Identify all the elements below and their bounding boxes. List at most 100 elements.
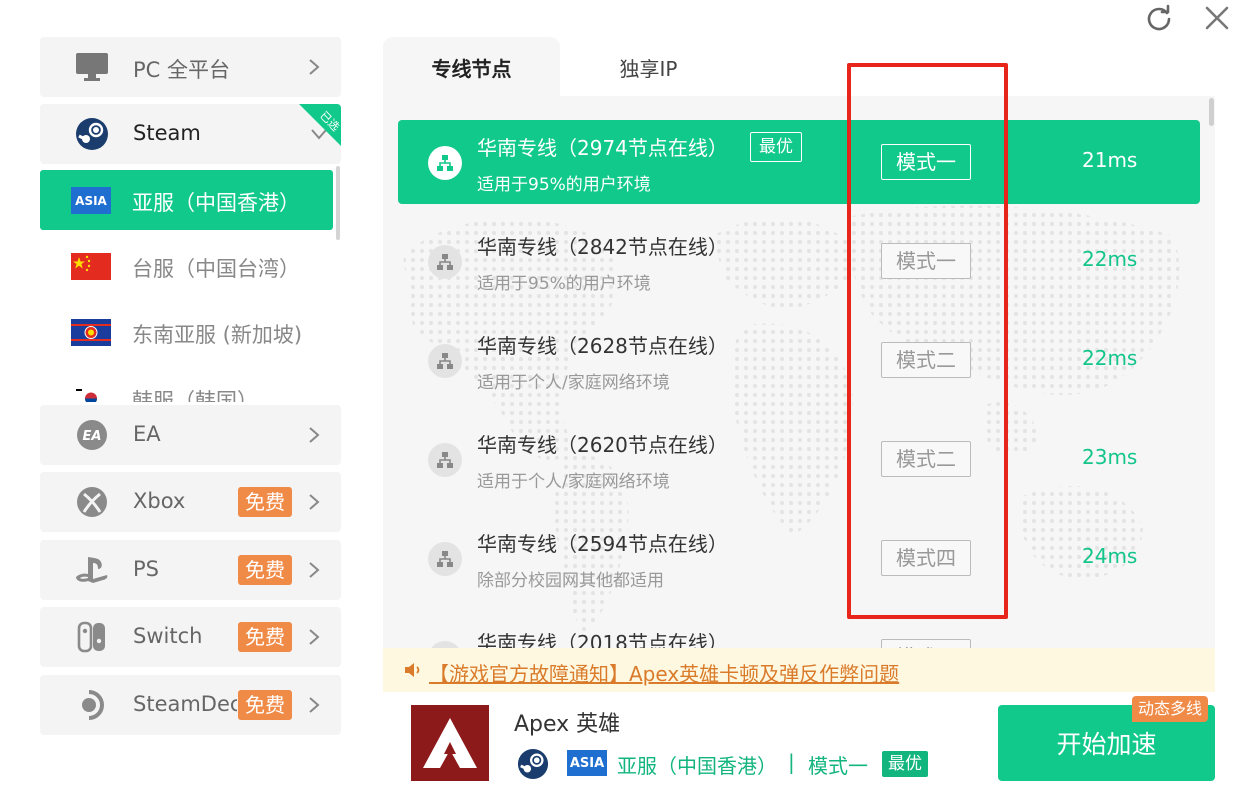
speaker-icon — [403, 660, 423, 680]
node-description: 适用于95%的用户环境 — [477, 274, 651, 294]
chevron-right-icon — [307, 560, 321, 580]
mode-tag: 模式四 — [881, 639, 971, 648]
app-window: PC 全平台 Steam 已选 ASIA 亚服（中国香港） 台服（中国台湾） 东… — [0, 0, 1245, 811]
latency-value: 23ms — [1082, 445, 1138, 469]
node-title: 华南专线（2620节点在线） — [477, 433, 728, 457]
best-badge: 最优 — [750, 132, 802, 162]
platform-switch-label: Switch — [133, 624, 203, 648]
game-title: Apex 英雄 — [514, 712, 621, 737]
tab-exclusive-ip[interactable]: 独享IP — [560, 37, 737, 97]
node-title: 华南专线（2842节点在线） — [477, 235, 728, 259]
chevron-right-icon — [307, 425, 321, 445]
free-badge: 免费 — [238, 690, 292, 720]
region-scrollbar[interactable] — [336, 166, 340, 240]
network-node-icon — [428, 641, 462, 648]
node-list-panel: 华南专线（2974节点在线） 最优 适用于95%的用户环境 模式一 21ms 华… — [383, 96, 1215, 648]
xbox-icon — [74, 486, 110, 518]
platform-xbox-label: Xbox — [133, 489, 186, 513]
platform-steam-label: Steam — [133, 121, 201, 145]
node-tabs: 专线节点 独享IP — [383, 37, 1215, 97]
network-node-icon — [428, 443, 462, 477]
node-title: 华南专线（2594节点在线） — [477, 532, 728, 556]
free-badge: 免费 — [238, 487, 292, 517]
region-list: ASIA 亚服（中国香港） 台服（中国台湾） 东南亚服 (新加坡) 韩服（韩国） — [40, 170, 342, 402]
node-row[interactable]: 华南专线（2594节点在线） 除部分校园网其他都适用 模式四 24ms — [398, 516, 1200, 600]
network-node-icon — [428, 245, 462, 279]
close-icon[interactable] — [1199, 0, 1235, 36]
mode-tag: 模式四 — [881, 540, 971, 576]
chevron-right-icon — [307, 492, 321, 512]
node-description: 适用于95%的用户环境 — [477, 175, 651, 195]
tab-dedicated-nodes[interactable]: 专线节点 — [383, 37, 560, 97]
playstation-icon — [74, 554, 110, 586]
platform-steam[interactable]: Steam 已选 — [40, 104, 341, 164]
node-row[interactable]: 华南专线（2628节点在线） 适用于个人/家庭网络环境 模式二 22ms — [398, 318, 1200, 402]
asia-flag-icon: ASIA — [567, 750, 607, 776]
region-label: 韩服（韩国） — [132, 389, 258, 402]
selected-corner-badge: 已选 — [299, 104, 341, 146]
platform-steamdeck[interactable]: SteamDeck 免费 — [40, 675, 341, 735]
mode-tag: 模式二 — [881, 441, 971, 477]
separator: | — [788, 750, 795, 774]
node-title: 华南专线（2974节点在线） — [477, 136, 728, 160]
latency-value: 22ms — [1082, 247, 1138, 271]
region-item-sg[interactable]: 东南亚服 (新加坡) — [40, 302, 333, 362]
node-description: 除部分校园网其他都适用 — [477, 571, 664, 591]
platform-pc-label: PC 全平台 — [133, 58, 231, 82]
switch-icon — [74, 621, 110, 653]
region-label: 亚服（中国香港） — [132, 191, 300, 215]
platform-xbox[interactable]: Xbox 免费 — [40, 472, 341, 532]
platform-sidebar: PC 全平台 Steam 已选 ASIA 亚服（中国香港） 台服（中国台湾） 东… — [40, 36, 342, 736]
region-item-kr[interactable]: 韩服（韩国） — [40, 368, 333, 402]
notice-link[interactable]: 【游戏官方故障通知】Apex英雄卡顿及弹反作弊问题 — [429, 658, 899, 687]
mode-tag: 模式二 — [881, 342, 971, 378]
mode-tag: 模式一 — [881, 144, 971, 180]
node-row[interactable]: 华南专线（2018节点在线） 模式四 — [398, 615, 1200, 648]
platform-ea[interactable]: EA EA — [40, 405, 341, 465]
node-row[interactable]: 华南专线（2842节点在线） 适用于95%的用户环境 模式一 22ms — [398, 219, 1200, 303]
node-title: 华南专线（2018节点在线） — [477, 631, 728, 648]
asia-flag-icon: ASIA — [71, 187, 111, 214]
platform-steamdeck-label: SteamDeck — [133, 692, 237, 716]
network-node-icon — [428, 542, 462, 576]
notice-bar: 【游戏官方故障通知】Apex英雄卡顿及弹反作弊问题 — [383, 648, 1215, 692]
latency-value: 22ms — [1082, 346, 1138, 370]
latency-value: 24ms — [1082, 544, 1138, 568]
node-row[interactable]: 华南专线（2974节点在线） 最优 适用于95%的用户环境 模式一 21ms — [398, 120, 1200, 204]
region-label: 东南亚服 (新加坡) — [132, 323, 303, 347]
node-description: 适用于个人/家庭网络环境 — [477, 373, 670, 393]
selected-region-link[interactable]: 亚服（中国香港） — [617, 750, 777, 779]
steam-icon — [517, 748, 549, 780]
latency-value: 21ms — [1082, 148, 1138, 172]
network-node-icon — [428, 344, 462, 378]
node-list-scrollbar[interactable] — [1209, 98, 1214, 126]
platform-ea-label: EA — [133, 422, 161, 446]
platform-switch[interactable]: Switch 免费 — [40, 607, 341, 667]
ea-icon: EA — [74, 419, 110, 451]
chevron-right-icon — [307, 627, 321, 647]
selected-mode[interactable]: 模式一 — [808, 750, 868, 779]
platform-pc[interactable]: PC 全平台 — [40, 37, 341, 97]
asean-flag-icon — [71, 319, 111, 346]
platform-ps[interactable]: PS 免费 — [40, 540, 341, 600]
best-badge: 最优 — [882, 751, 928, 777]
steam-icon — [74, 118, 110, 150]
kr-flag-icon — [71, 385, 111, 402]
cn-flag-icon — [71, 253, 111, 280]
free-badge: 免费 — [238, 555, 292, 585]
network-node-icon — [428, 146, 462, 180]
free-badge: 免费 — [238, 622, 292, 652]
chevron-right-icon — [307, 695, 321, 715]
region-item-hk[interactable]: ASIA 亚服（中国香港） — [40, 170, 333, 230]
platform-ps-label: PS — [133, 557, 159, 581]
monitor-icon — [74, 51, 110, 83]
region-label: 台服（中国台湾） — [132, 257, 300, 281]
dynamic-multiline-tag: 动态多线 — [1132, 696, 1209, 722]
region-item-tw[interactable]: 台服（中国台湾） — [40, 236, 333, 296]
node-row[interactable]: 华南专线（2620节点在线） 适用于个人/家庭网络环境 模式二 23ms — [398, 417, 1200, 501]
node-title: 华南专线（2628节点在线） — [477, 334, 728, 358]
refresh-icon[interactable] — [1141, 0, 1177, 36]
chevron-right-icon — [307, 57, 321, 77]
steamdeck-icon — [74, 689, 110, 721]
svg-text:EA: EA — [83, 429, 102, 444]
